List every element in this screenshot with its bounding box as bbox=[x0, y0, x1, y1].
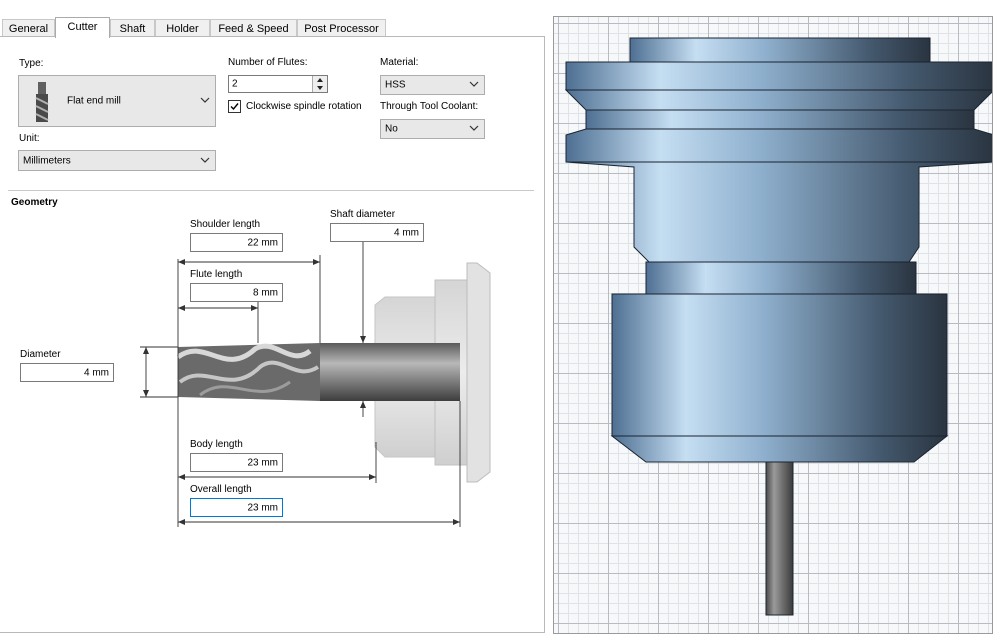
holder-taper bbox=[564, 89, 992, 111]
tab-label: Holder bbox=[166, 23, 199, 35]
overall-length-label: Overall length bbox=[190, 484, 252, 495]
shaft bbox=[320, 343, 460, 401]
tab-feed-speed[interactable]: Feed & Speed bbox=[210, 19, 297, 37]
holder-top-ring bbox=[629, 37, 931, 63]
tab-label: Shaft bbox=[119, 23, 146, 35]
diameter-value: 4 mm bbox=[84, 367, 109, 378]
tab-post-processor[interactable]: Post Processor bbox=[297, 19, 386, 37]
flute-length-value: 8 mm bbox=[253, 287, 278, 298]
tool-preview-viewport[interactable] bbox=[553, 16, 993, 634]
shoulder-length-value: 22 mm bbox=[247, 237, 278, 248]
diameter-field[interactable]: 4 mm bbox=[20, 363, 114, 382]
cutter-panel: Type: Flat end mill Unit: Millimeters Nu… bbox=[0, 36, 545, 633]
holder-neck bbox=[645, 261, 917, 295]
holder-flange-upper bbox=[565, 61, 992, 91]
shaft-diameter-label: Shaft diameter bbox=[330, 209, 396, 220]
tool-holder-3d-view bbox=[564, 37, 992, 616]
overall-length-field[interactable]: 23 mm bbox=[190, 498, 283, 517]
cutter-geometry-diagram bbox=[140, 241, 491, 527]
holder-nut-chamfer bbox=[610, 435, 949, 463]
flute-length-field[interactable]: 8 mm bbox=[190, 283, 283, 302]
tab-general[interactable]: General bbox=[2, 19, 55, 37]
body-length-value: 23 mm bbox=[247, 457, 278, 468]
body-length-label: Body length bbox=[190, 439, 243, 450]
diameter-label: Diameter bbox=[20, 349, 61, 360]
shaft-diameter-value: 4 mm bbox=[394, 227, 419, 238]
overall-length-value: 23 mm bbox=[247, 502, 278, 513]
cutter-shaft bbox=[765, 461, 794, 616]
tab-holder[interactable]: Holder bbox=[155, 19, 210, 37]
tab-label: General bbox=[8, 23, 49, 35]
tab-cutter[interactable]: Cutter bbox=[55, 17, 110, 38]
tab-label: Cutter bbox=[67, 21, 98, 33]
shoulder-length-field[interactable]: 22 mm bbox=[190, 233, 283, 252]
holder-nut bbox=[611, 293, 948, 437]
body-length-field[interactable]: 23 mm bbox=[190, 453, 283, 472]
tab-bar: General Cutter Shaft Holder Feed & Speed… bbox=[0, 17, 546, 38]
holder-body bbox=[565, 161, 992, 263]
holder-flange bbox=[466, 262, 491, 483]
tab-label: Feed & Speed bbox=[218, 23, 289, 35]
shoulder-length-label: Shoulder length bbox=[190, 219, 261, 230]
tab-shaft[interactable]: Shaft bbox=[110, 19, 155, 37]
shaft-diameter-field[interactable]: 4 mm bbox=[330, 223, 424, 242]
flute-length-label: Flute length bbox=[190, 269, 243, 280]
tab-label: Post Processor bbox=[304, 23, 379, 35]
holder-flange-lower bbox=[565, 128, 992, 163]
